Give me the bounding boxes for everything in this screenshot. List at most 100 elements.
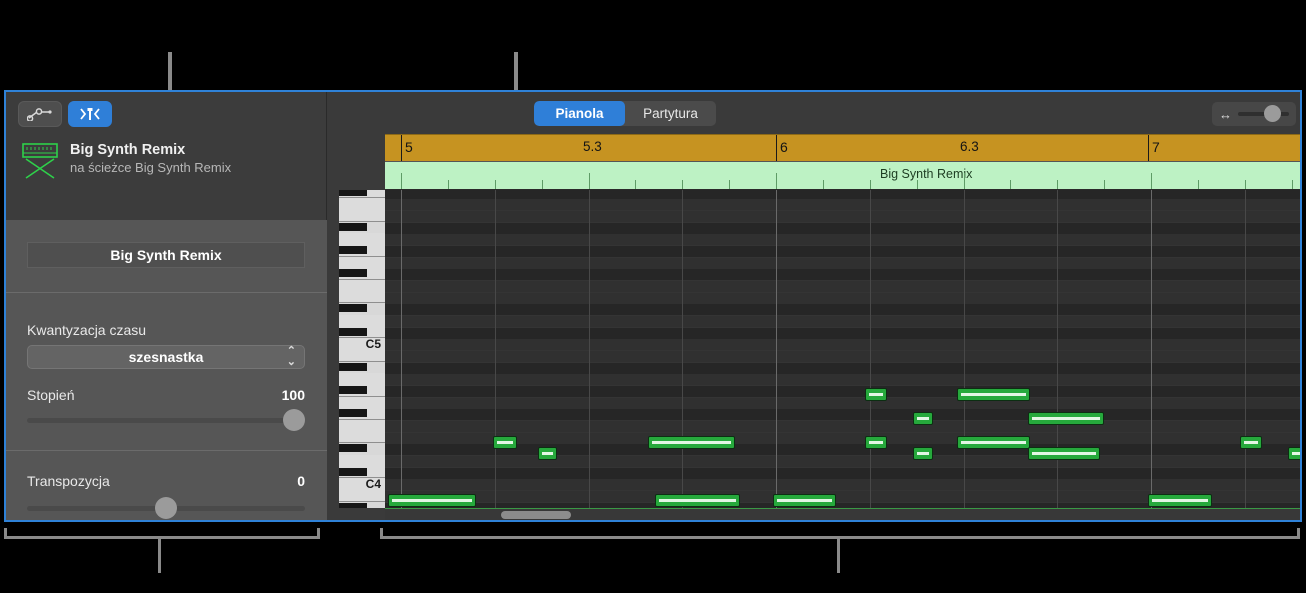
note-rect[interactable]: [1148, 494, 1212, 507]
grid-row-line: [385, 490, 1302, 491]
note-velocity-line: [869, 393, 883, 396]
grid-row: [385, 420, 1302, 432]
grid-row: [385, 338, 1302, 350]
note-rect[interactable]: [865, 388, 887, 401]
callout-line-bottom-left: [158, 536, 161, 573]
grid-row: [385, 408, 1302, 420]
grid-row-line: [385, 257, 1302, 258]
note-rect[interactable]: [648, 436, 735, 449]
grid-row: [385, 397, 1302, 409]
callout-bracket-left-cap-start: [4, 528, 7, 539]
note-velocity-line: [497, 441, 513, 444]
automation-curve-icon[interactable]: [18, 101, 62, 127]
grid-row: [385, 268, 1302, 280]
piano-white-key[interactable]: [339, 490, 385, 502]
note-rect[interactable]: [773, 494, 836, 507]
note-velocity-line: [1032, 452, 1096, 455]
note-rect[interactable]: [1028, 447, 1100, 460]
note-velocity-line: [961, 441, 1026, 444]
note-rect[interactable]: [1240, 436, 1262, 449]
time-quantize-popup[interactable]: szesnastka ⌃⌄: [27, 345, 305, 369]
horizontal-resize-icon: ↔: [1219, 108, 1232, 121]
zoom-slider[interactable]: ↔: [1212, 102, 1296, 126]
note-velocity-line: [652, 441, 731, 444]
note-rect[interactable]: [1028, 412, 1104, 425]
callout-line-top-right: [514, 52, 518, 92]
region-tick: [448, 180, 449, 189]
grid-row: [385, 233, 1302, 245]
zoom-slider-track[interactable]: [1238, 112, 1289, 116]
piano-black-key[interactable]: [339, 409, 367, 417]
callout-line-top-left: [168, 52, 172, 92]
note-rect[interactable]: [1288, 447, 1302, 460]
grid-row-line: [385, 467, 1302, 468]
piano-black-key[interactable]: [339, 503, 367, 508]
note-rect[interactable]: [913, 447, 933, 460]
bar-number: 7: [1152, 139, 1160, 155]
region-subtitle: na ścieżce Big Synth Remix: [70, 159, 231, 176]
note-rect[interactable]: [865, 436, 887, 449]
piano-black-key[interactable]: [339, 246, 367, 254]
piano-black-key[interactable]: [339, 444, 367, 452]
grid-beat-line: [870, 190, 871, 508]
horizontal-scrollbar[interactable]: [385, 509, 1302, 520]
piano-white-key[interactable]: [339, 280, 385, 303]
bar-line: [776, 135, 777, 162]
piano-white-key[interactable]: [339, 350, 385, 362]
note-rect[interactable]: [388, 494, 476, 507]
piano-black-key[interactable]: [339, 223, 367, 231]
piano-black-key[interactable]: [339, 363, 367, 371]
region-tick: [964, 173, 965, 189]
tab-pianola[interactable]: Pianola: [534, 101, 625, 126]
piano-black-key[interactable]: [339, 468, 367, 476]
inspector-header: Big Synth Remix na ścieżce Big Synth Rem…: [6, 92, 326, 220]
region-strip[interactable]: Big Synth Remix: [385, 162, 1302, 190]
time-quantize-value: szesnastka: [129, 349, 204, 365]
grid-row: [385, 478, 1302, 490]
tab-partytura[interactable]: Partytura: [625, 101, 716, 126]
note-rect[interactable]: [655, 494, 740, 507]
piano-black-key[interactable]: [339, 269, 367, 277]
grid-row: [385, 443, 1302, 455]
label-time-quantize: Kwantyzacja czasu: [27, 322, 146, 338]
piano-white-key[interactable]: [339, 210, 385, 222]
piano-white-key[interactable]: [339, 420, 385, 443]
piano-keyboard[interactable]: C5C4: [339, 190, 385, 508]
note-rect[interactable]: [913, 412, 933, 425]
piano-roll-editor: Pianola Partytura ↔ 55.366.37 Big Synth …: [328, 92, 1302, 520]
region-strip-label: Big Synth Remix: [880, 167, 972, 181]
piano-black-key[interactable]: [339, 304, 367, 312]
grid-row: [385, 432, 1302, 444]
flex-quantize-icon[interactable]: [68, 101, 112, 127]
grid-beat-line: [1151, 190, 1152, 508]
transpose-slider-knob[interactable]: [155, 497, 177, 519]
grid-row: [385, 257, 1302, 269]
zoom-slider-knob[interactable]: [1264, 105, 1281, 122]
note-rect[interactable]: [538, 447, 557, 460]
grid-row: [385, 385, 1302, 397]
note-velocity-line: [1032, 417, 1100, 420]
grid-beat-line: [1057, 190, 1058, 508]
note-rect[interactable]: [493, 436, 517, 449]
strength-slider-track[interactable]: [27, 418, 305, 423]
region-tick: [495, 180, 496, 189]
piano-black-key[interactable]: [339, 386, 367, 394]
region-name-field[interactable]: Big Synth Remix: [27, 242, 305, 268]
piano-black-key[interactable]: [339, 328, 367, 336]
note-rect[interactable]: [957, 436, 1030, 449]
grid-row: [385, 280, 1302, 292]
strength-slider-knob[interactable]: [283, 409, 305, 431]
piano-black-key[interactable]: [339, 190, 367, 196]
note-velocity-line: [659, 499, 736, 502]
note-velocity-line: [777, 499, 832, 502]
region-title: Big Synth Remix: [70, 142, 231, 159]
note-grid[interactable]: [385, 190, 1302, 508]
editor-view-tabs[interactable]: Pianola Partytura: [534, 101, 716, 126]
horizontal-scrollbar-thumb[interactable]: [501, 511, 571, 519]
grid-row-line: [385, 397, 1302, 398]
bar-ruler[interactable]: 55.366.37: [385, 134, 1302, 162]
label-strength: Stopień: [27, 387, 74, 403]
note-velocity-line: [961, 393, 1026, 396]
grid-beat-line: [401, 190, 402, 508]
note-rect[interactable]: [957, 388, 1030, 401]
